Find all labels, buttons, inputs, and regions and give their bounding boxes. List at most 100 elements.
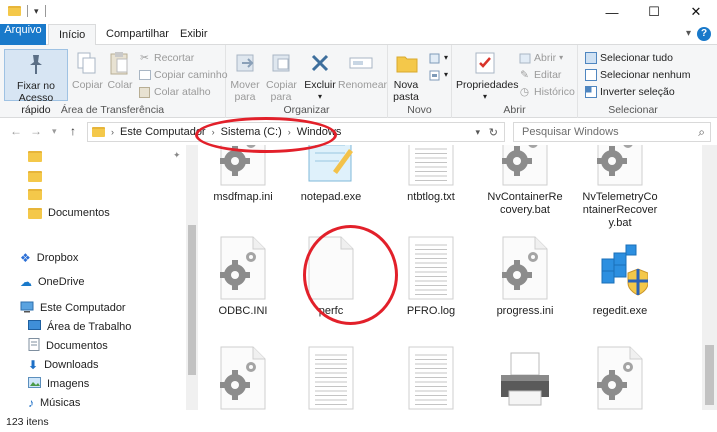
copy-path-button[interactable]: Copiar caminho [138, 67, 228, 83]
minimize-button[interactable]: — [591, 0, 633, 24]
nav-item-this-pc[interactable]: Este Computador [20, 299, 126, 317]
status-bar: 123 itens [0, 413, 717, 432]
invert-selection-button[interactable]: Inverter seleção [584, 84, 675, 100]
nav-item-label: Músicas [40, 397, 81, 409]
history-button[interactable]: ◷ Histórico [518, 84, 575, 100]
settings-file-icon [215, 235, 271, 301]
customize-toolbar-icon[interactable]: ▾ [34, 6, 39, 17]
open-label: Abrir [534, 52, 557, 64]
select-all-icon [584, 52, 597, 65]
separator [27, 5, 28, 17]
settings-file-icon [497, 235, 553, 301]
nav-item-pinned[interactable] [28, 185, 48, 203]
forward-icon[interactable]: → [30, 124, 42, 138]
nav-scrollbar[interactable] [186, 145, 198, 410]
nav-item-documents[interactable]: Documentos [28, 337, 108, 355]
chevron-right-icon[interactable]: › [111, 127, 114, 137]
content-scrollbar[interactable] [702, 145, 717, 410]
file-item[interactable]: NvTelemetryContainerRecovery.bat [575, 145, 665, 230]
rename-icon [347, 49, 375, 77]
file-item[interactable]: NvContainerRecovery.bat [480, 145, 570, 217]
search-icon[interactable]: ⌕ [698, 125, 705, 140]
edit-button[interactable]: ✎ Editar [518, 67, 561, 83]
open-button[interactable]: Abrir ▾ [518, 50, 563, 66]
folder-icon [28, 188, 42, 200]
nav-item-label: Documentos [48, 207, 110, 219]
nav-item-pinned[interactable] [28, 167, 48, 185]
file-name: ntbtlog.txt [407, 191, 455, 203]
move-to-icon [232, 49, 260, 77]
nav-item-downloads[interactable]: ⬇ Downloads [28, 356, 98, 374]
select-none-icon [584, 69, 597, 82]
folder-icon [92, 127, 105, 137]
delete-icon [306, 49, 334, 77]
tab-share[interactable]: Compartilhar [96, 24, 179, 45]
file-item[interactable]: msdfmap.ini [200, 145, 288, 204]
easy-access-button[interactable]: ▾ [428, 67, 448, 83]
file-item[interactable]: setuperr.log [386, 345, 476, 415]
regedit-icon [592, 235, 649, 301]
file-item[interactable]: RtlExUpd.dll [200, 345, 288, 415]
file-item[interactable]: setupact.log [286, 345, 376, 415]
nav-scroll-thumb[interactable] [188, 225, 196, 375]
nav-item-pinned[interactable] [28, 147, 48, 165]
rename-button[interactable]: Renomear [338, 49, 387, 91]
close-button[interactable]: ✕ [675, 0, 717, 24]
maximize-button[interactable]: ☐ [633, 0, 675, 24]
tab-file[interactable]: Arquivo [0, 24, 46, 45]
paste-button[interactable]: Colar [106, 49, 134, 91]
copy-to-button[interactable]: Copiar para [266, 49, 298, 103]
address-row: ← → ▾ ↑ › Este Computador › Sistema (C:)… [0, 118, 717, 145]
music-icon: ♪ [28, 396, 34, 410]
breadcrumb-this-pc[interactable]: Este Computador [120, 126, 206, 138]
tab-home[interactable]: Início [48, 24, 97, 46]
new-item-button[interactable]: ▾ [428, 50, 448, 66]
nav-item-pictures[interactable]: Imagens [28, 375, 89, 393]
search-input[interactable]: Pesquisar Windows [513, 122, 711, 142]
file-item[interactable]: ntbtlog.txt [386, 145, 476, 204]
select-none-label: Selecionar nenhum [600, 69, 691, 81]
back-icon[interactable]: ← [10, 124, 22, 138]
paste-shortcut-button[interactable]: Colar atalho [138, 84, 211, 100]
address-dropdown-icon[interactable]: ▾ [475, 127, 480, 138]
move-to-label: Mover para [230, 79, 260, 103]
select-none-button[interactable]: Selecionar nenhum [584, 67, 690, 83]
recent-locations-icon[interactable]: ▾ [52, 126, 57, 137]
file-item[interactable]: notepad.exe [286, 145, 376, 204]
file-item[interactable]: ODBC.INI [200, 235, 288, 318]
quick-access-toolbar: ▾ [8, 5, 46, 17]
tab-view[interactable]: Exibir [170, 24, 218, 45]
file-item[interactable]: splwow64.exe [480, 345, 570, 415]
new-group-label: Novo [407, 104, 432, 116]
new-item-icon [428, 52, 441, 65]
delete-button[interactable]: Excluir ▾ [304, 49, 336, 103]
copy-label: Copiar [72, 79, 103, 91]
help-icon[interactable]: ? [697, 27, 711, 41]
select-all-button[interactable]: Selecionar tudo [584, 50, 673, 66]
nav-item-documents-pinned[interactable]: Documentos [28, 204, 110, 222]
settings-file-icon [215, 345, 271, 411]
up-icon[interactable]: ↑ [70, 124, 76, 138]
refresh-icon[interactable]: ↻ [489, 126, 498, 139]
file-item[interactable]: progress.ini [480, 235, 570, 318]
file-item[interactable]: regedit.exe [575, 235, 665, 318]
nav-item-dropbox[interactable]: ❖ Dropbox [20, 249, 78, 267]
properties-button[interactable]: Propriedades ▾ [456, 49, 518, 103]
open-group-label: Abrir [503, 104, 526, 116]
nav-item-onedrive[interactable]: ☁ OneDrive [20, 273, 84, 291]
copy-button[interactable]: Copiar [72, 49, 103, 91]
navigation-pane: ✦ Documentos ❖ Dropbox ☁ OneDrive Este C… [0, 145, 200, 415]
file-item[interactable]: system.ini [575, 345, 665, 415]
content-scroll-thumb[interactable] [705, 345, 714, 405]
move-to-button[interactable]: Mover para [230, 49, 262, 103]
pin-quick-access-button[interactable]: Fixar no Acesso rápido [4, 49, 68, 116]
nav-item-music[interactable]: ♪ Músicas [28, 394, 80, 412]
new-folder-button[interactable]: Nova pasta [392, 49, 422, 103]
cut-button[interactable]: ✂ Recortar [138, 50, 194, 66]
file-item[interactable]: PFRO.log [386, 235, 476, 318]
nav-item-desktop[interactable]: Área de Trabalho [28, 318, 131, 336]
text-file-icon [403, 345, 459, 411]
expand-ribbon-icon[interactable]: ▾ [686, 28, 691, 39]
folder-icon [8, 6, 21, 16]
ribbon: Fixar no Acesso rápido Copiar Colar ✂ Re… [0, 45, 717, 118]
